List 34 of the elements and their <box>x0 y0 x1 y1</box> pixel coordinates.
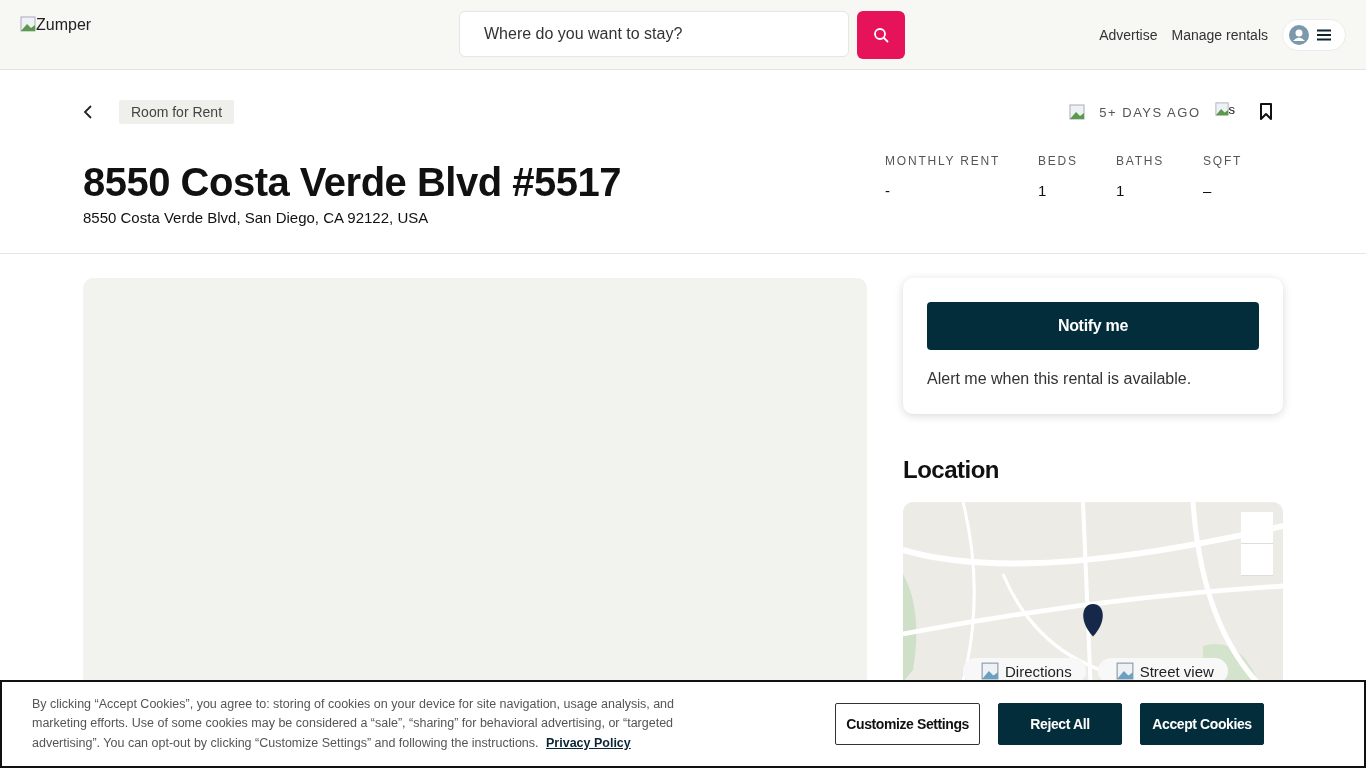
notify-button[interactable]: Notify me <box>927 302 1259 350</box>
logo-link[interactable]: Zumper <box>20 16 92 34</box>
broken-image-icon <box>1115 662 1134 680</box>
listing-type-tag: Room for Rent <box>119 100 235 124</box>
broken-image-icon <box>20 16 36 32</box>
stat-label: MONTHLY RENT <box>885 154 1002 168</box>
stat-value: – <box>1203 182 1213 199</box>
stat-label: SQFT <box>1203 154 1244 168</box>
listing-title: 8550 Costa Verde Blvd #5517 <box>83 160 621 205</box>
cookie-button[interactable]: Customize Settings <box>835 703 980 745</box>
broken-image-icon <box>1069 104 1086 120</box>
user-avatar-icon <box>1289 24 1309 45</box>
cookie-button[interactable]: Reject All <box>998 703 1122 745</box>
stat-label: BATHS <box>1116 154 1166 168</box>
search-icon <box>873 27 889 43</box>
stat-label: BEDS <box>1038 154 1079 168</box>
location-heading: Location <box>903 456 1000 484</box>
stat-value: 1 <box>1116 182 1126 199</box>
stat-value: 1 <box>1038 182 1048 199</box>
cookie-notice-text: By clicking “Accept Cookies”, you agree to: storing of cookies on your device for site navigation, usage analysis, and marketing efforts. Use of some cookies may be considered a “sale”, “sharing” for behavioral advertising, or “targeted advertising”. You can opt-out by clicking “Customize Settings” and following the instructions. Privacy Policy <box>32 695 675 752</box>
broken-image-icon <box>981 662 999 680</box>
listing-address: 8550 Costa Verde Blvd, San Diego, CA 92122, USA <box>83 209 430 226</box>
account-menu-button[interactable] <box>1282 18 1346 51</box>
nav-link[interactable]: Advertise <box>1099 26 1158 43</box>
menu-icon <box>1317 28 1331 41</box>
nav-link[interactable]: Manage rentals <box>1171 26 1268 43</box>
stat-value: - <box>885 182 891 199</box>
search-button[interactable] <box>857 11 905 59</box>
posted-date: 5+ DAYS AGO <box>1099 104 1201 120</box>
search-field[interactable]: Where do you want to stay? <box>459 11 849 57</box>
bookmark-icon[interactable] <box>1259 103 1273 121</box>
notify-text: Alert me when this rental is available. <box>927 370 1193 388</box>
privacy-policy-link[interactable]: Privacy Policy <box>546 735 631 750</box>
cookie-button[interactable]: Accept Cookies <box>1140 703 1264 745</box>
